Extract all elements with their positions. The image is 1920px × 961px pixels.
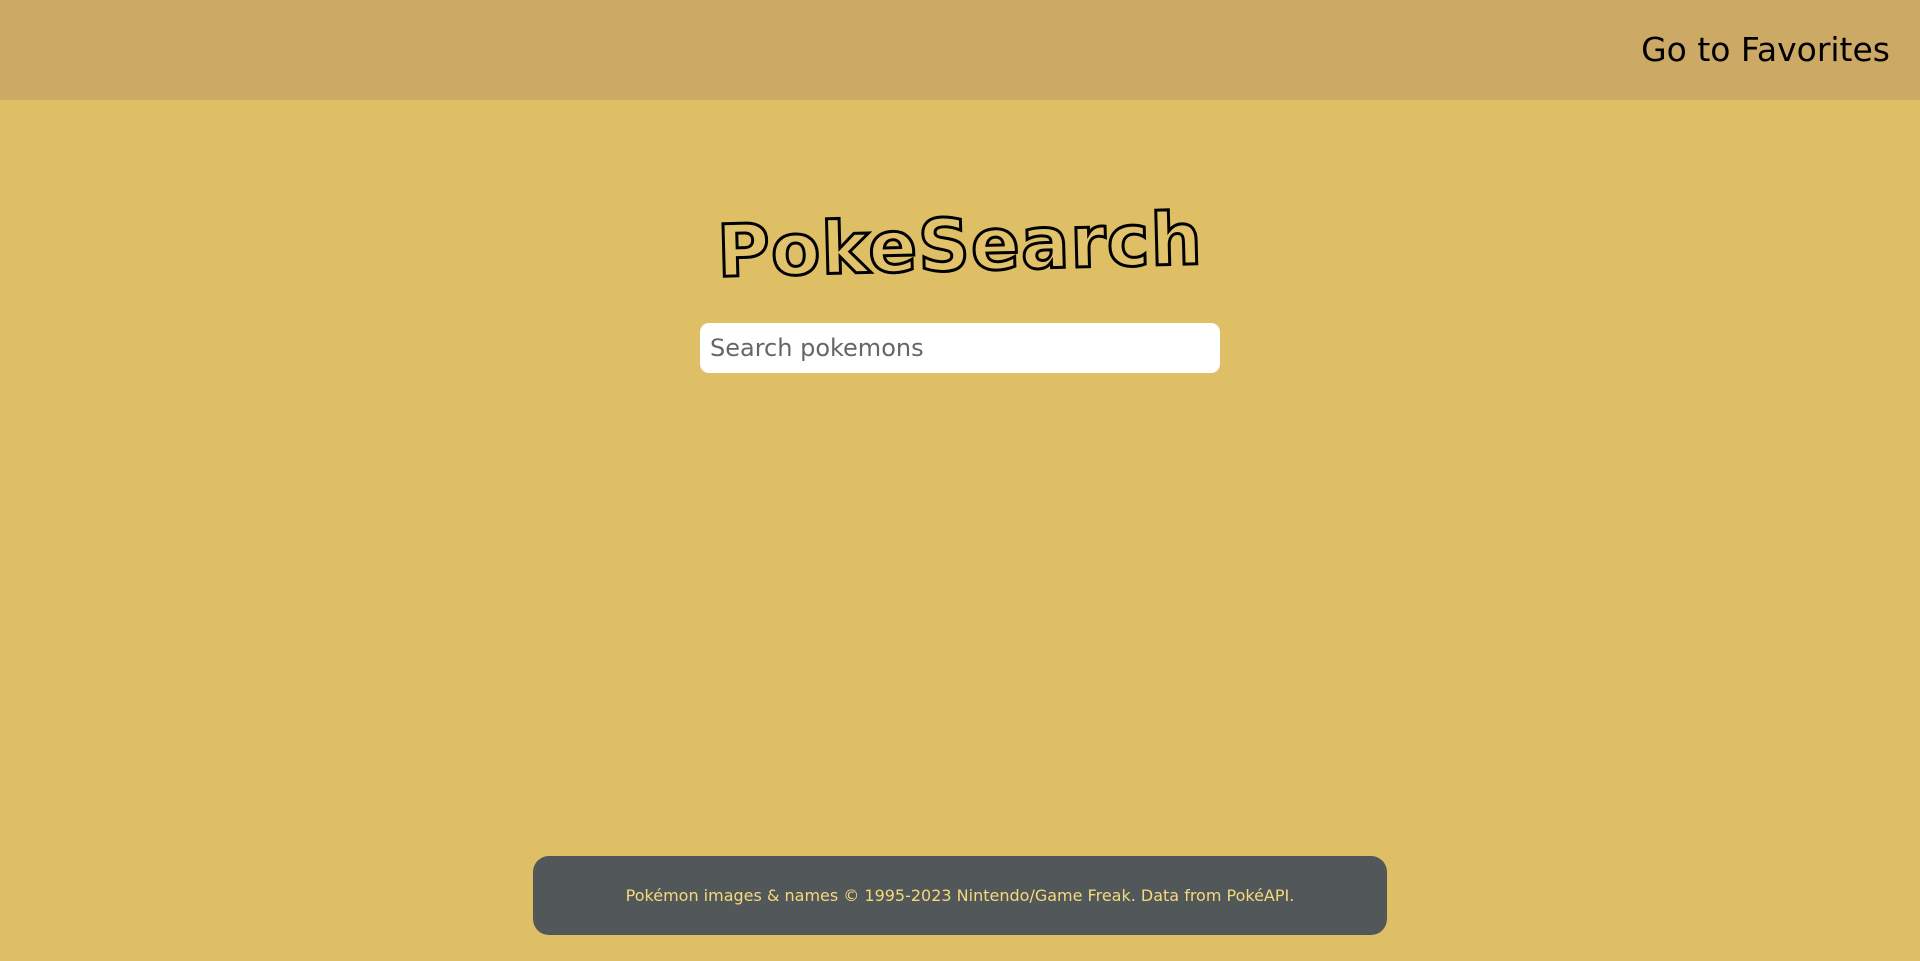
footer: Pokémon images & names © 1995-2023 Ninte… [533,856,1387,935]
pokesearch-logo: PokeSearch [715,195,1206,295]
footer-credits: Pokémon images & names © 1995-2023 Ninte… [625,886,1295,905]
go-to-favorites-link[interactable]: Go to Favorites [1641,30,1890,69]
top-bar: Go to Favorites [0,0,1920,100]
logo-text: PokeSearch [715,195,1206,295]
search-input[interactable] [700,323,1220,373]
